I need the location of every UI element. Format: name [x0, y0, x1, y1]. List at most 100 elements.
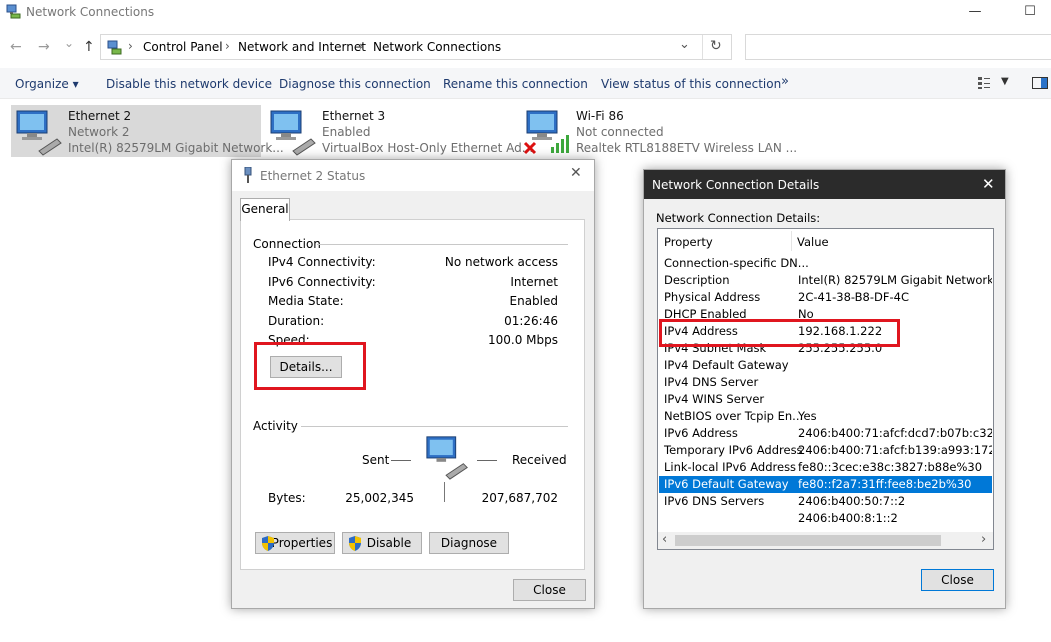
view-options-dropdown-icon[interactable]: ▼ — [1001, 76, 1009, 87]
column-divider[interactable] — [791, 231, 792, 251]
address-divider — [702, 35, 703, 59]
highlight-box — [659, 319, 900, 347]
property-cell: Description — [664, 273, 730, 287]
property-cell: IPv6 Address — [664, 426, 738, 440]
up-arrow-icon[interactable]: ↑ — [83, 39, 95, 55]
status-close-button[interactable]: Close — [513, 579, 586, 601]
scroll-left-icon[interactable]: ‹ — [662, 532, 667, 547]
breadcrumb-network-connections[interactable]: Network Connections — [373, 40, 501, 54]
maximize-button[interactable]: ☐ — [1010, 2, 1050, 24]
speed-value: 100.0 Mbps — [487, 333, 558, 347]
divider — [317, 244, 568, 245]
column-header-property[interactable]: Property — [664, 235, 713, 249]
sent-label: Sent — [362, 453, 390, 467]
received-line — [477, 460, 497, 461]
properties-button[interactable]: Properties — [255, 532, 335, 554]
close-icon[interactable]: ✕ — [570, 165, 582, 181]
close-icon[interactable]: ✕ — [982, 175, 995, 193]
bytes-received-value: 207,687,702 — [481, 491, 558, 505]
bytes-sent-value: 25,002,345 — [345, 491, 414, 505]
property-cell: Temporary IPv6 Address — [664, 443, 803, 457]
connection-status: Enabled — [322, 125, 371, 139]
media-state-value: Enabled — [509, 294, 559, 308]
breadcrumb-control-panel[interactable]: Control Panel — [143, 40, 223, 54]
received-label: Received — [512, 453, 567, 467]
activity-computers-icon — [426, 436, 468, 480]
details-list[interactable]: Property Value Connection-specific DN...… — [657, 228, 994, 550]
value-cell: 2406:b400:71:afcf:dcd7:b07b:c32:1db1 — [798, 426, 992, 440]
list-item[interactable]: IPv6 Default Gateway fe80::f2a7:31ff:fee8… — [659, 476, 992, 493]
status-dialog-title: Ethernet 2 Status — [260, 169, 366, 183]
value-cell: 2C-41-38-B8-DF-4C — [798, 290, 909, 304]
scrollbar-thumb[interactable] — [675, 535, 941, 546]
duration-value: 01:26:46 — [504, 314, 558, 328]
property-cell: IPv4 WINS Server — [664, 392, 765, 406]
preview-pane-icon[interactable] — [1032, 77, 1048, 89]
scroll-right-icon[interactable]: › — [981, 532, 986, 547]
highlight-box — [254, 342, 366, 390]
list-item[interactable]: NetBIOS over Tcpip En... Yes — [659, 408, 992, 425]
disable-device-command[interactable]: Disable this network device — [106, 77, 272, 91]
property-cell: IPv4 DNS Server — [664, 375, 759, 389]
address-dropdown-icon[interactable]: ⌄ — [679, 37, 690, 52]
connection-device: VirtualBox Host-Only Ethernet Ad... — [322, 141, 534, 155]
connection-tile-wifi-86[interactable]: Wi-Fi 86 Not connected Realtek RTL8188ET… — [519, 105, 797, 157]
command-bar: Organize ▾ Disable this network device D… — [0, 68, 1051, 99]
window-title: Network Connections — [26, 5, 155, 19]
list-item[interactable]: Description Intel(R) 82579LM Gigabit Netw… — [659, 272, 992, 289]
back-arrow-icon[interactable]: ← — [10, 39, 22, 55]
list-item[interactable]: Connection-specific DN... — [659, 255, 992, 272]
forward-arrow-icon[interactable]: → — [38, 39, 50, 55]
list-item[interactable]: IPv4 DNS Server — [659, 374, 992, 391]
connection-status: Not connected — [576, 125, 664, 139]
horizontal-scrollbar[interactable]: ‹ › — [658, 532, 993, 549]
connection-tile-ethernet-3[interactable]: Ethernet 3 Enabled VirtualBox Host-Only … — [265, 105, 533, 157]
property-cell: Physical Address — [664, 290, 761, 304]
list-item[interactable]: Link-local IPv6 Address fe80::3cec:e38c:3… — [659, 459, 992, 476]
organize-menu[interactable]: Organize ▾ — [15, 77, 79, 91]
ethernet-icon — [270, 110, 316, 156]
list-item[interactable]: IPv6 DNS Servers 2406:b400:50:7::2 — [659, 493, 992, 510]
search-input[interactable] — [745, 34, 1051, 60]
recent-locations-icon[interactable]: ⌄ — [64, 36, 74, 50]
disable-button[interactable]: Disable — [342, 532, 422, 554]
disable-button-label: Disable — [366, 536, 412, 550]
connection-group-header: Connection — [253, 237, 321, 251]
diagnose-button[interactable]: Diagnose — [429, 532, 509, 554]
properties-button-label: Properties — [271, 536, 333, 550]
property-cell: IPv6 DNS Servers — [664, 494, 765, 508]
list-header: Property Value — [658, 229, 993, 253]
breadcrumb-separator: › — [128, 39, 133, 53]
view-status-command[interactable]: View status of this connection — [601, 77, 781, 91]
change-view-icon[interactable] — [977, 76, 991, 90]
details-close-button[interactable]: Close — [921, 569, 994, 591]
activity-group-header: Activity — [253, 419, 298, 433]
column-header-value[interactable]: Value — [797, 235, 829, 249]
property-cell: Connection-specific DN... — [664, 256, 809, 270]
details-dialog-title: Network Connection Details — [652, 178, 820, 192]
connection-tile-ethernet-2[interactable]: Ethernet 2 Network 2 Intel(R) 82579LM Gi… — [11, 105, 284, 157]
address-bar[interactable]: › Control Panel › Network and Internet ›… — [100, 34, 732, 60]
breadcrumb-separator: › — [225, 39, 230, 53]
more-commands-icon[interactable]: » — [781, 74, 789, 89]
tab-general[interactable]: General — [240, 198, 290, 221]
refresh-icon[interactable]: ↻ — [710, 38, 722, 54]
sent-line — [391, 460, 411, 461]
uac-shield-icon — [349, 536, 361, 551]
list-item[interactable]: 2406:b400:8:1::2 — [659, 510, 992, 527]
list-item[interactable]: IPv6 Address 2406:b400:71:afcf:dcd7:b07b:… — [659, 425, 992, 442]
breadcrumb-network-and-internet[interactable]: Network and Internet — [238, 40, 366, 54]
duration-label: Duration: — [268, 314, 325, 328]
wifi-icon — [523, 110, 569, 155]
uac-shield-icon — [262, 536, 274, 551]
rename-command[interactable]: Rename this connection — [443, 77, 588, 91]
diagnose-command[interactable]: Diagnose this connection — [279, 77, 431, 91]
list-item[interactable]: Physical Address 2C-41-38-B8-DF-4C — [659, 289, 992, 306]
list-item[interactable]: Temporary IPv6 Address 2406:b400:71:afcf:… — [659, 442, 992, 459]
list-item[interactable]: IPv4 WINS Server — [659, 391, 992, 408]
value-cell: fe80::3cec:e38c:3827:b88e%30 — [798, 460, 983, 474]
minimize-button[interactable]: — — [955, 2, 995, 24]
connection-status: Network 2 — [68, 125, 130, 139]
list-item[interactable]: IPv4 Default Gateway — [659, 357, 992, 374]
value-cell: fe80::f2a7:31ff:fee8:be2b%30 — [798, 477, 972, 491]
